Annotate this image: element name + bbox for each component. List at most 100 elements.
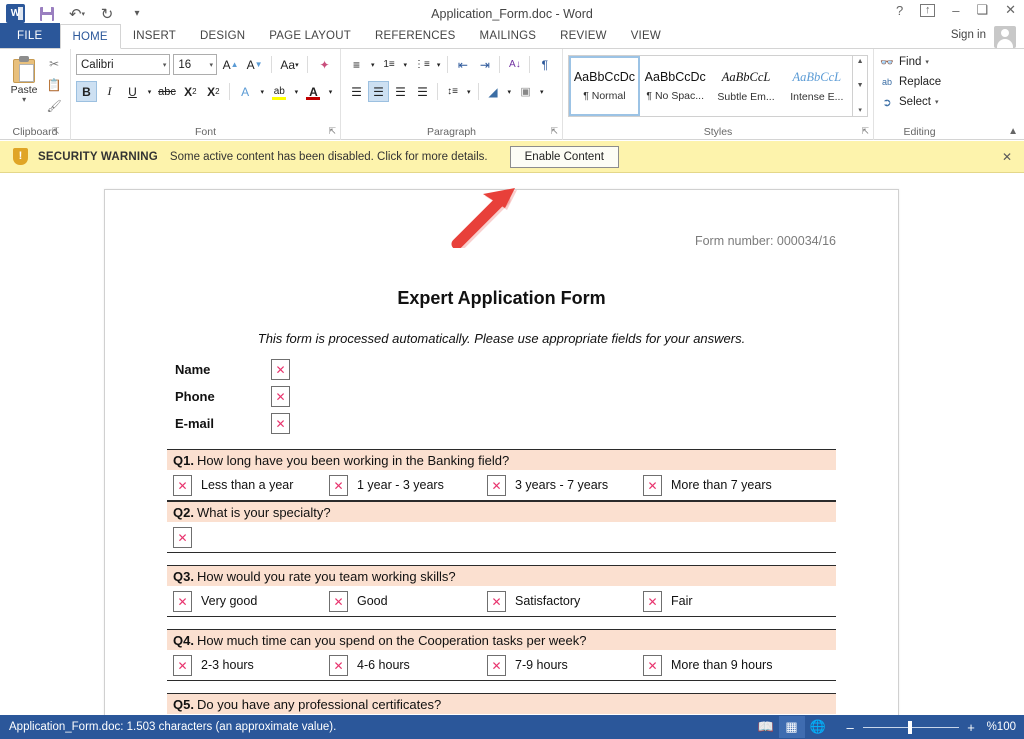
broken-image-icon[interactable]: ✕ [487,655,506,676]
zoom-thumb[interactable] [907,720,912,734]
zoom-track[interactable] [862,720,959,734]
tab-page-layout[interactable]: PAGE LAYOUT [257,23,363,48]
shading-icon[interactable]: ◢ [483,81,504,102]
sort-icon[interactable]: A↓ [504,54,525,75]
font-color-button[interactable]: A [303,81,324,102]
shading-dropdown-icon[interactable]: ▾ [505,81,515,102]
zoom-in-button[interactable]: + [966,720,977,735]
tab-mailings[interactable]: MAILINGS [468,23,549,48]
format-painter-icon[interactable]: 🖌 [46,99,61,114]
tab-home[interactable]: HOME [59,24,121,49]
chevron-down-icon[interactable]: ▾ [160,61,167,69]
show-formatting-marks-icon[interactable]: ¶ [534,54,555,75]
bold-button[interactable]: B [76,81,97,102]
replace-button[interactable]: ab Replace [879,72,960,92]
option-item[interactable]: ✕ Less than a year [173,475,329,496]
close-icon[interactable]: ✕ [1002,150,1012,164]
chevron-up-icon[interactable]: ▲ [857,58,864,65]
option-item[interactable]: ✕ 1 year - 3 years [329,475,487,496]
chevron-down-icon[interactable]: ▾ [207,61,214,69]
option-item[interactable]: ✕ [173,527,201,548]
broken-image-icon[interactable]: ✕ [271,359,290,380]
line-spacing-dropdown-icon[interactable]: ▾ [464,81,474,102]
ribbon-display-options-icon[interactable]: ↑ [920,3,936,17]
align-right-button[interactable]: ☰ [390,81,411,102]
option-item[interactable]: ✕ 3 years - 7 years [487,475,643,496]
broken-image-icon[interactable]: ✕ [173,527,192,548]
broken-image-icon[interactable]: ✕ [173,591,192,612]
bullets-dropdown-icon[interactable]: ▾ [368,54,378,75]
multilevel-list-icon[interactable]: ⋮≡ [411,54,433,75]
style-subtle-emphasis[interactable]: AaBbCcL Subtle Em... [711,56,782,116]
subscript-button[interactable]: X2 [180,81,201,102]
read-mode-button[interactable]: 📖 [753,716,779,738]
numbering-dropdown-icon[interactable]: ▾ [401,54,411,75]
broken-image-icon[interactable]: ✕ [329,591,348,612]
option-item[interactable]: ✕ 4-6 hours [329,655,487,676]
font-name-combobox[interactable]: Calibri ▾ [76,54,171,75]
zoom-out-button[interactable]: – [845,720,856,735]
avatar[interactable] [994,26,1016,48]
tab-design[interactable]: DESIGN [188,23,257,48]
find-button[interactable]: 👓 Find ▾ [879,52,960,72]
style-intense-emphasis[interactable]: AaBbCcL Intense E... [781,56,852,116]
justify-button[interactable]: ☰ [412,81,433,102]
more-styles-icon[interactable]: ▾ [858,106,862,114]
broken-image-icon[interactable]: ✕ [271,386,290,407]
broken-image-icon[interactable]: ✕ [643,591,662,612]
underline-button[interactable]: U [122,81,143,102]
clear-formatting-icon[interactable]: ✦ [314,54,335,75]
broken-image-icon[interactable]: ✕ [643,655,662,676]
restore-icon[interactable]: ❑ [976,2,988,18]
close-icon[interactable]: ✕ [1005,2,1016,18]
superscript-button[interactable]: X2 [203,81,224,102]
broken-image-icon[interactable]: ✕ [643,475,662,496]
collapse-ribbon-icon[interactable]: ▲ [1008,126,1018,137]
help-icon[interactable]: ? [896,3,903,18]
text-effects-button[interactable]: A [235,81,256,102]
underline-dropdown-icon[interactable]: ▾ [145,81,154,102]
tab-view[interactable]: VIEW [619,23,673,48]
paragraph-dialog-launcher-icon[interactable]: ⇱ [550,126,558,137]
option-item[interactable]: ✕ Satisfactory [487,591,643,612]
numbering-icon[interactable]: 1≡ [379,54,400,75]
borders-dropdown-icon[interactable]: ▾ [537,81,547,102]
strikethrough-button[interactable]: abc [156,81,178,102]
align-center-button[interactable]: ☰ [368,81,389,102]
option-item[interactable]: ✕ Very good [173,591,329,612]
copy-icon[interactable]: 📋 [47,78,62,93]
option-item[interactable]: ✕ More than 9 hours [643,655,799,676]
sign-in-link[interactable]: Sign in [951,29,986,41]
option-item[interactable]: ✕ 7-9 hours [487,655,643,676]
select-button[interactable]: ➲ Select ▾ [879,92,960,112]
tab-review[interactable]: REVIEW [548,23,619,48]
document-page[interactable]: Form number: 000034/16 Expert Applicatio… [104,189,899,715]
broken-image-icon[interactable]: ✕ [487,475,506,496]
tab-file[interactable]: FILE [0,23,60,48]
zoom-level[interactable]: %100 [987,721,1016,733]
styles-gallery-scroll[interactable]: ▲ ▼ ▾ [852,56,867,116]
line-spacing-icon[interactable]: ↕≡ [442,81,463,102]
chevron-down-icon[interactable]: ▾ [925,58,929,66]
minimize-icon[interactable]: – [952,3,959,18]
font-color-dropdown-icon[interactable]: ▾ [326,81,335,102]
grow-font-button[interactable]: A ▲ [220,54,241,75]
option-item[interactable]: ✕ Fair [643,591,799,612]
broken-image-icon[interactable]: ✕ [173,475,192,496]
italic-button[interactable]: I [99,81,120,102]
style-no-spacing[interactable]: AaBbCcDc ¶ No Spac... [640,56,711,116]
style-normal[interactable]: AaBbCcDc ¶ Normal [569,56,640,116]
chevron-down-icon[interactable]: ▾ [935,98,939,106]
tab-references[interactable]: REFERENCES [363,23,468,48]
clipboard-dialog-launcher-icon[interactable]: ⇱ [52,126,60,137]
broken-image-icon[interactable]: ✕ [329,655,348,676]
font-size-combobox[interactable]: 16 ▾ [173,54,218,75]
chevron-down-icon[interactable]: ▾ [5,96,43,104]
bullets-icon[interactable]: ≡ [346,54,367,75]
cut-icon[interactable]: ✂ [49,57,59,72]
decrease-indent-icon[interactable]: ⇤ [452,54,473,75]
borders-icon[interactable]: ▣ [515,81,536,102]
styles-dialog-launcher-icon[interactable]: ⇱ [861,126,869,137]
font-dialog-launcher-icon[interactable]: ⇱ [328,126,336,137]
increase-indent-icon[interactable]: ⇥ [474,54,495,75]
